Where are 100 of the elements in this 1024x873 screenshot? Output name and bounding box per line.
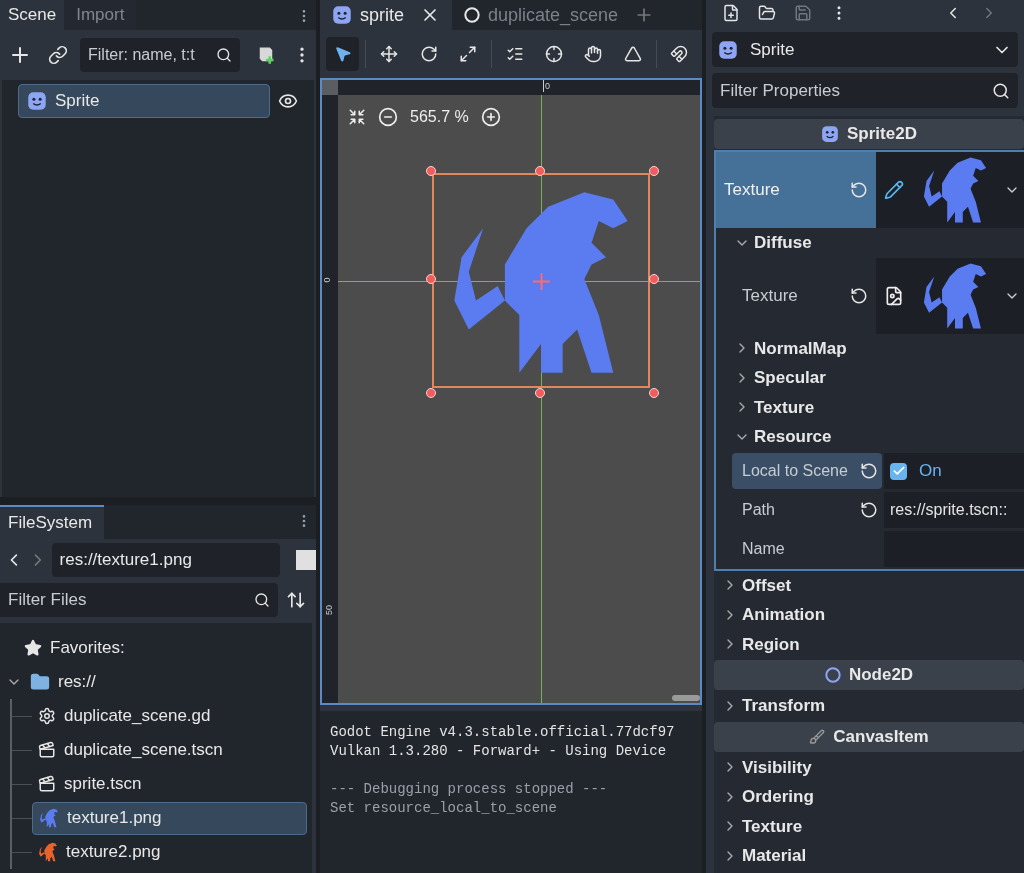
property-group[interactable]: Specular (716, 363, 1024, 393)
text-field[interactable]: res://sprite.tscn:: (884, 492, 1024, 528)
file-item[interactable]: texture1.png (32, 801, 307, 835)
property-group[interactable]: Diffuse (716, 228, 1024, 258)
edit-texture-icon (884, 180, 904, 200)
checkbox-field[interactable]: On (884, 453, 1024, 489)
class-name: Node2D (848, 664, 914, 687)
console-line: Vulkan 1.3.280 - Forward+ - Using Device (330, 742, 667, 761)
resize-handle[interactable] (426, 166, 436, 176)
property-group[interactable]: Resource (716, 422, 1024, 452)
console-line: --- Debugging process stopped --- (330, 780, 608, 799)
zoom-out-icon[interactable] (378, 107, 398, 127)
group-name: Resource (754, 426, 832, 448)
file-name: duplicate_scene.tscn (64, 739, 223, 762)
document-tab[interactable]: sprite (320, 0, 452, 30)
filter-input[interactable]: Filter Files (8, 587, 254, 613)
revert-icon[interactable] (860, 501, 878, 519)
scene-tree-item[interactable]: Sprite (18, 84, 270, 118)
circle-icon (824, 667, 841, 683)
revert-icon[interactable] (860, 462, 878, 480)
search-icon (992, 81, 1010, 100)
group-name: Ordering (742, 786, 814, 808)
property-label[interactable]: Name (732, 531, 882, 567)
file-item[interactable]: duplicate_scene.gd (32, 699, 307, 733)
link-icon[interactable] (48, 45, 68, 65)
group-name: Texture (742, 815, 803, 838)
origin-crosshair-icon (532, 272, 551, 291)
file-item[interactable]: texture2.png (32, 835, 307, 869)
file-item[interactable]: sprite.tscn (32, 767, 307, 801)
path-field[interactable]: res://texture1.png (51, 543, 281, 577)
image-file-icon (884, 285, 904, 306)
move-icon (380, 45, 399, 63)
zoom-level[interactable]: 565.7 % (410, 105, 469, 129)
rotate-icon (419, 45, 438, 63)
dock-tab[interactable]: Import (64, 0, 137, 30)
property-label[interactable]: Path (732, 492, 882, 528)
magnet-icon (670, 45, 689, 63)
filter-bar[interactable]: Filter Properties (712, 73, 1018, 108)
file-name: sprite.tscn (64, 773, 142, 796)
star-icon (24, 639, 42, 657)
resize-handle[interactable] (649, 274, 659, 284)
dinosaur-icon (39, 808, 59, 828)
scrollbar[interactable] (672, 695, 700, 701)
property-group[interactable]: Visibility (714, 752, 1024, 782)
node-name: Sprite (750, 38, 796, 61)
dock-tab[interactable]: Scene (0, 0, 65, 30)
group-name: Material (742, 845, 807, 867)
document-tab[interactable]: duplicate_scene (452, 0, 631, 30)
filter-input[interactable]: Filter Properties (720, 77, 992, 104)
filter-input[interactable]: Filter: name, t:t (88, 43, 216, 67)
filter-bar[interactable]: Filter Files (0, 583, 278, 617)
clapperboard-icon (38, 741, 56, 759)
ruler-label: 0 (322, 277, 332, 283)
property-label[interactable]: Local to Scene (732, 453, 882, 489)
property-group[interactable]: Transform (714, 691, 1024, 721)
class-name: Sprite2D (847, 123, 917, 146)
resize-handle[interactable] (535, 166, 545, 176)
console-line: Set resource_local_to_scene (330, 799, 557, 818)
search-icon (216, 47, 232, 63)
folder-name[interactable]: res:// (58, 669, 96, 695)
resize-handle[interactable] (649, 388, 659, 398)
resize-handle[interactable] (649, 166, 659, 176)
tool-button[interactable] (326, 37, 360, 71)
property-group[interactable]: NormalMap (716, 333, 1024, 363)
revert-icon[interactable] (850, 286, 868, 305)
center-view-icon[interactable] (348, 108, 366, 126)
property-group[interactable]: Material (714, 841, 1024, 871)
toggle-square-icon[interactable] (296, 550, 316, 570)
hand-icon (584, 45, 603, 63)
texture-preview[interactable] (876, 257, 1024, 334)
property-group[interactable]: Region (714, 629, 1024, 659)
folder-open-icon[interactable] (758, 4, 776, 22)
visibility-icon[interactable] (278, 91, 298, 111)
property-label[interactable]: Texture (716, 152, 876, 228)
canvas-viewport[interactable]: 565.7 % (338, 95, 700, 703)
resize-handle[interactable] (426, 388, 436, 398)
node-selector[interactable]: Sprite (712, 32, 1018, 67)
favorites-label[interactable]: Favorites: (50, 635, 125, 661)
resize-handle[interactable] (426, 274, 436, 284)
group-name: NormalMap (754, 337, 847, 360)
dock-tab[interactable]: FileSystem (0, 505, 104, 539)
group-name: Transform (742, 695, 826, 717)
property-group[interactable]: Ordering (714, 782, 1024, 812)
cursor-icon (333, 45, 352, 63)
file-item[interactable]: duplicate_scene.tscn (32, 733, 307, 767)
file-name: texture1.png (67, 807, 162, 830)
filter-bar[interactable]: Filter: name, t:t (80, 38, 240, 72)
property-group[interactable]: Texture (716, 392, 1024, 422)
property-label[interactable]: Texture (716, 257, 876, 334)
property-group[interactable]: Offset (714, 570, 1024, 600)
resize-handle[interactable] (535, 388, 545, 398)
property-name: Path (742, 500, 776, 520)
new-file-icon[interactable] (722, 4, 740, 22)
sort-icon[interactable] (286, 590, 306, 610)
zoom-in-icon[interactable] (480, 107, 501, 127)
checkbox[interactable] (890, 462, 907, 480)
texture-preview[interactable] (876, 152, 1024, 228)
property-group[interactable]: Texture (714, 811, 1024, 841)
property-group[interactable]: Animation (714, 600, 1024, 630)
selection-rectangle[interactable] (432, 173, 650, 388)
